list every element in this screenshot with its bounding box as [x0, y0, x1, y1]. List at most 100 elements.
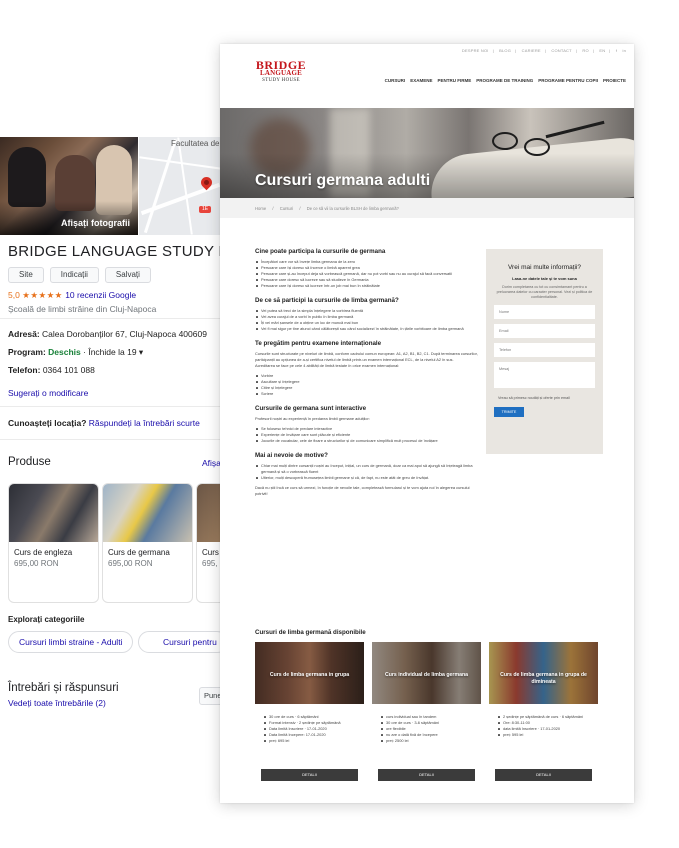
name-field[interactable]: Nume	[494, 305, 595, 319]
submit-button[interactable]: TRIMITE	[494, 407, 524, 417]
breadcrumb-home[interactable]: Home	[255, 206, 266, 211]
details-button[interactable]: DETALII	[378, 769, 475, 781]
breadcrumb: Home / Cursuri / De ce să vii la cursuri…	[220, 198, 634, 218]
product-price: 695,00 RON	[14, 559, 59, 568]
show-all-products-link[interactable]: Afișa	[202, 458, 221, 468]
nav-contact-link[interactable]: CONTACT	[551, 48, 571, 53]
product-name: Curs de	[202, 548, 222, 557]
course-image[interactable]: Curs individual de limba germana	[372, 642, 481, 704]
qa-title: Întrebări și răspunsuri	[8, 682, 119, 694]
top-utility-nav: DESPRE NOI | BLOG | CARIERE | CONTACT | RO | …	[461, 48, 626, 53]
hours-row[interactable]: Program: Deschis · Închide la 19 ▾	[8, 347, 143, 358]
list-item: preț: 2500 lei	[380, 738, 481, 744]
form-subtitle: Lasa-ne datele tale și te vom suna	[512, 276, 577, 281]
nav-projects[interactable]: PROIECTE	[603, 78, 626, 83]
product-price: 695,	[202, 559, 218, 568]
nav-training[interactable]: PROGRAME DE TRAINING	[476, 78, 533, 83]
map-thumbnail[interactable]: Facultatea de 1E	[139, 137, 222, 235]
course-image[interactable]: Curs de limba germana in grupa de dimine…	[489, 642, 598, 704]
paragraph: Dacă nu știi încă ce curs să urmezi, în …	[255, 485, 470, 496]
breadcrumb-courses[interactable]: Cursuri	[280, 206, 294, 211]
details-button[interactable]: DETALII	[495, 769, 592, 781]
open-status: Deschis	[48, 347, 81, 357]
email-field[interactable]: Email	[494, 324, 595, 338]
nav-kids[interactable]: PROGRAME PENTRU COPII	[538, 78, 598, 83]
course-title: Curs individual de limba germana	[384, 672, 469, 678]
ask-question-button[interactable]: Pune	[199, 687, 222, 705]
action-buttons: Site Indicații Salvați	[8, 267, 151, 283]
newsletter-checkbox[interactable]: Vreau să primesc noutăți și oferte prin …	[494, 396, 595, 400]
product-price: 695,00 RON	[108, 559, 153, 568]
all-questions-link[interactable]: Vedeți toate întrebările (2)	[8, 698, 106, 708]
category-chip[interactable]: Cursuri limbi straine - Adulti	[8, 631, 134, 653]
product-image	[197, 484, 222, 542]
product-card[interactable]: Curs de 695,	[196, 483, 222, 603]
product-card[interactable]: Curs de engleza 695,00 RON	[8, 483, 99, 603]
section-heading: De ce să participi la cursurile de limba…	[255, 297, 399, 304]
course-image[interactable]: Curs de limba germana in grupa	[255, 642, 364, 704]
answer-questions-link[interactable]: Răspundeți la întrebări scurte	[89, 418, 200, 428]
product-image	[9, 484, 98, 542]
list-item: Chiar mai mulți dintre cursanții noștri …	[255, 463, 480, 475]
list-item: Persoane care își doresc să lucreze într…	[255, 283, 480, 289]
nav-companies[interactable]: PENTRU FIRME	[437, 78, 471, 83]
nav-courses[interactable]: CURSURI	[385, 78, 406, 83]
closing-time[interactable]: · Închide la 19 ▾	[83, 347, 143, 357]
star-rating-icon: ★★★★★	[22, 290, 63, 300]
main-nav: CURSURI EXAMENE PENTRU FIRME PROGRAME DE…	[385, 78, 626, 83]
course-title: Curs de limba germana in grupa	[269, 672, 350, 678]
section-heading: Mai ai nevoie de motive?	[255, 452, 328, 459]
product-card[interactable]: Curs de germana 695,00 RON	[102, 483, 193, 603]
map-label: Facultatea de	[171, 139, 220, 148]
message-field[interactable]: Mesaj	[494, 362, 595, 388]
lang-ro-link[interactable]: RO	[582, 48, 588, 53]
details-button[interactable]: DETALII	[261, 769, 358, 781]
linkedin-icon[interactable]: in	[622, 48, 626, 53]
section-heading: Cursurile de germana sunt interactive	[255, 405, 367, 412]
list-item: Vei fi mai sigur pe tine atunci când căl…	[255, 326, 480, 332]
address-value[interactable]: Calea Dorobanților 67, Cluj-Napoca 40060…	[42, 329, 207, 339]
page-title: Cursuri germana adulti	[255, 172, 431, 189]
facebook-icon[interactable]: f	[616, 48, 617, 53]
nav-blog-link[interactable]: BLOG	[499, 48, 511, 53]
nav-about-link[interactable]: DESPRE NOI	[462, 48, 489, 53]
courses-heading: Cursuri de limba germană disponibile	[255, 629, 366, 636]
lang-en-link[interactable]: EN	[599, 48, 605, 53]
list-item: Ulterior, mulți descoperă frumusețea lim…	[255, 475, 480, 481]
list-item: preț: 695 lei	[263, 738, 364, 744]
website-button[interactable]: Site	[8, 267, 44, 283]
business-category: Școală de limbi străine din Cluj-Napoca	[8, 304, 157, 314]
road-badge: 1E	[199, 206, 211, 213]
know-question: Cunoașteți locația?	[8, 418, 87, 428]
show-photos-label[interactable]: Afișați fotografii	[61, 218, 130, 228]
nav-careers-link[interactable]: CARIERE	[522, 48, 541, 53]
nav-exams[interactable]: EXAMENE	[410, 78, 432, 83]
contact-form: Vrei mai multe informații? Lasa-ne datel…	[486, 249, 603, 454]
business-title: BRIDGE LANGUAGE STUDY H	[8, 243, 222, 260]
reviews-link[interactable]: 10 recenzii Google	[65, 290, 136, 300]
products-title: Produse	[8, 456, 51, 468]
website-page: DESPRE NOI | BLOG | CARIERE | CONTACT | RO | …	[220, 44, 634, 803]
category-chip[interactable]: Cursuri pentru	[138, 631, 222, 653]
course-card: Curs de limba germana in grupa de dimine…	[489, 642, 598, 781]
business-photo[interactable]: Afișați fotografii	[0, 137, 138, 235]
address-label: Adresă:	[8, 329, 40, 339]
suggest-edit-link[interactable]: Sugerați o modificare	[8, 388, 88, 398]
google-business-panel: Afișați fotografii Facultatea de 1E BRID…	[0, 137, 222, 837]
course-card: Curs de limba germana in grupa 30 ore de…	[255, 642, 364, 781]
product-name: Curs de engleza	[14, 548, 73, 557]
product-image	[103, 484, 192, 542]
save-button[interactable]: Salvați	[104, 267, 151, 283]
rating-row: 5,0 ★★★★★ 10 recenzii Google	[8, 290, 136, 301]
phone-row: Telefon: 0364 101 088	[8, 365, 95, 375]
phone-field[interactable]: Telefon	[494, 343, 595, 357]
section-heading: Cine poate participa la cursurile de ger…	[255, 248, 386, 255]
section-heading: Te pregătim pentru examene internațional…	[255, 340, 382, 347]
phone-value[interactable]: 0364 101 088	[43, 365, 95, 375]
course-title: Curs de limba germana in grupa de dimine…	[500, 672, 587, 685]
bridge-logo[interactable]: BRIDGE LANGUAGE STUDY HOUSE	[255, 59, 307, 83]
form-description: Dorim completarea cu tot cu consimtamant…	[496, 285, 593, 299]
directions-button[interactable]: Indicații	[49, 267, 99, 283]
list-item: Scriere	[255, 391, 480, 397]
breadcrumb-current: De ce să vii la cursurile BLSH de limba …	[306, 206, 399, 211]
